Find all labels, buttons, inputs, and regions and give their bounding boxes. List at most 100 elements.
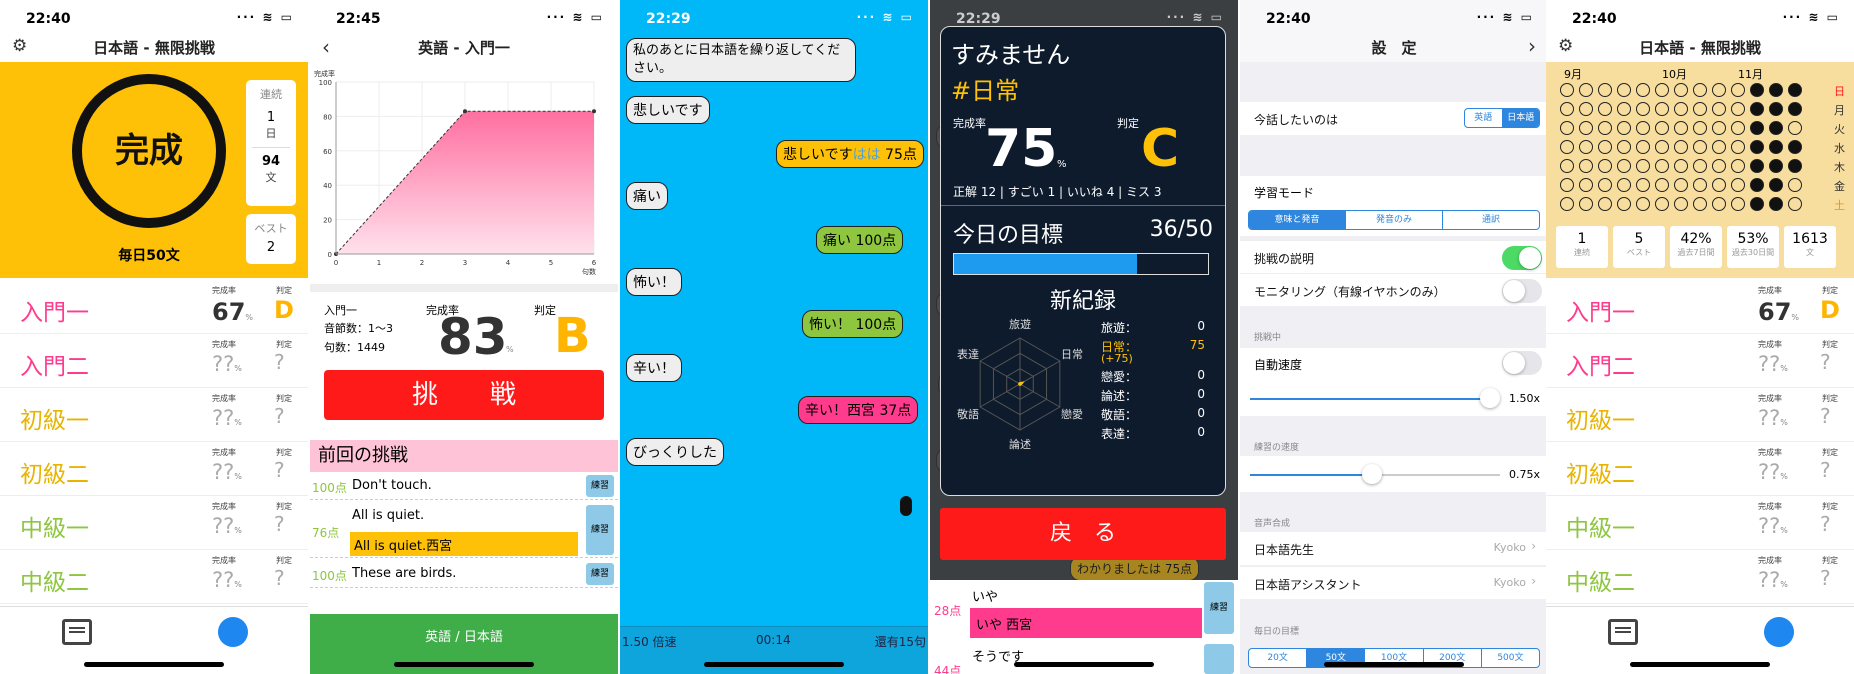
practice-button[interactable] (1204, 644, 1234, 674)
day-cell[interactable] (1636, 102, 1650, 116)
monitor-toggle[interactable] (1502, 279, 1542, 303)
explain-toggle[interactable] (1502, 246, 1542, 270)
day-cell[interactable] (1636, 197, 1650, 211)
day-cell[interactable] (1598, 83, 1612, 97)
record-button[interactable] (218, 617, 248, 647)
day-cell[interactable] (1655, 197, 1669, 211)
day-cell[interactable] (1788, 159, 1802, 173)
prompt-bubble[interactable]: 辛い！ (626, 354, 682, 382)
day-cell[interactable] (1560, 159, 1574, 173)
prompt-bubble[interactable]: 怖い！ (626, 268, 682, 296)
day-cell[interactable] (1750, 102, 1764, 116)
practice-button[interactable]: 練習 (586, 475, 614, 497)
day-cell[interactable] (1674, 140, 1688, 154)
day-cell[interactable] (1712, 102, 1726, 116)
day-cell[interactable] (1579, 83, 1593, 97)
day-cell[interactable] (1712, 121, 1726, 135)
day-cell[interactable] (1560, 121, 1574, 135)
day-cell[interactable] (1617, 140, 1631, 154)
day-cell[interactable] (1560, 178, 1574, 192)
challenge-button[interactable]: 挑 戦 (324, 370, 604, 420)
autospeed-toggle[interactable] (1502, 351, 1542, 375)
level-row[interactable]: 初級二 完成率 判定??%? (0, 442, 308, 496)
day-cell[interactable] (1560, 197, 1574, 211)
day-cell[interactable] (1674, 121, 1688, 135)
day-cell[interactable] (1636, 178, 1650, 192)
level-row[interactable]: 入門一 完成率 判定 67% D (1546, 280, 1854, 334)
level-row[interactable]: 中級一 完成率 判定??%? (1546, 496, 1854, 550)
day-cell[interactable] (1731, 197, 1745, 211)
day-cell[interactable] (1598, 197, 1612, 211)
day-cell[interactable] (1579, 197, 1593, 211)
day-cell[interactable] (1731, 178, 1745, 192)
day-cell[interactable] (1617, 178, 1631, 192)
mode-segment[interactable]: 意味と発音 発音のみ 通訳 (1248, 210, 1540, 230)
day-cell[interactable] (1731, 83, 1745, 97)
level-row[interactable]: 中級一 完成率 判定??%? (0, 496, 308, 550)
day-cell[interactable] (1560, 83, 1574, 97)
day-cell[interactable] (1750, 159, 1764, 173)
day-cell[interactable] (1655, 140, 1669, 154)
practice-button[interactable]: 練習 (1204, 582, 1234, 634)
day-cell[interactable] (1750, 121, 1764, 135)
day-cell[interactable] (1636, 140, 1650, 154)
day-cell[interactable] (1788, 140, 1802, 154)
day-cell[interactable] (1674, 197, 1688, 211)
day-cell[interactable] (1598, 121, 1612, 135)
record-button[interactable] (1764, 617, 1794, 647)
day-cell[interactable] (1579, 102, 1593, 116)
day-cell[interactable] (1712, 178, 1726, 192)
day-cell[interactable] (1769, 140, 1783, 154)
day-cell[interactable] (1655, 121, 1669, 135)
day-cell[interactable] (1636, 83, 1650, 97)
day-cell[interactable] (1579, 178, 1593, 192)
day-cell[interactable] (1674, 159, 1688, 173)
practice-button[interactable]: 練習 (586, 505, 614, 555)
day-cell[interactable] (1769, 159, 1783, 173)
day-cell[interactable] (1655, 178, 1669, 192)
day-cell[interactable] (1598, 159, 1612, 173)
day-cell[interactable] (1693, 121, 1707, 135)
level-row[interactable]: 初級二 完成率 判定??%? (1546, 442, 1854, 496)
level-row[interactable]: 入門二 完成率 判定??%? (1546, 334, 1854, 388)
level-row[interactable]: 中級二 完成率 判定??%? (1546, 550, 1854, 604)
day-cell[interactable] (1560, 140, 1574, 154)
day-cell[interactable] (1693, 140, 1707, 154)
day-cell[interactable] (1560, 102, 1574, 116)
day-cell[interactable] (1788, 197, 1802, 211)
day-cell[interactable] (1750, 140, 1764, 154)
answer-bubble[interactable]: 辛い！西宮 37点 (798, 396, 919, 424)
back-button[interactable]: 戻 る (940, 508, 1226, 560)
answer-bubble[interactable]: 痛い 100点 (816, 226, 904, 254)
speed-slider[interactable] (1250, 388, 1500, 408)
practice-speed-slider[interactable] (1250, 464, 1500, 484)
level-row[interactable]: 入門一 完成率 判定 67% D (0, 280, 308, 334)
day-cell[interactable] (1693, 83, 1707, 97)
day-cell[interactable] (1598, 102, 1612, 116)
day-cell[interactable] (1617, 121, 1631, 135)
day-cell[interactable] (1712, 140, 1726, 154)
prompt-bubble[interactable]: 痛い (626, 182, 668, 210)
day-cell[interactable] (1598, 178, 1612, 192)
day-cell[interactable] (1579, 159, 1593, 173)
language-segment[interactable]: 英語 日本語 (1464, 108, 1540, 128)
day-cell[interactable] (1693, 178, 1707, 192)
day-cell[interactable] (1617, 102, 1631, 116)
tts-assistant-row[interactable]: 日本語アシスタント Kyoko › (1240, 566, 1548, 599)
day-cell[interactable] (1769, 178, 1783, 192)
day-cell[interactable] (1617, 159, 1631, 173)
day-cell[interactable] (1769, 197, 1783, 211)
microphone-icon[interactable] (900, 496, 912, 516)
day-cell[interactable] (1617, 83, 1631, 97)
day-cell[interactable] (1731, 121, 1745, 135)
day-cell[interactable] (1750, 83, 1764, 97)
day-cell[interactable] (1693, 102, 1707, 116)
level-row[interactable]: 入門二 完成率 判定??%? (0, 334, 308, 388)
day-cell[interactable] (1693, 197, 1707, 211)
day-cell[interactable] (1712, 83, 1726, 97)
day-cell[interactable] (1655, 83, 1669, 97)
day-cell[interactable] (1674, 178, 1688, 192)
day-cell[interactable] (1636, 159, 1650, 173)
day-cell[interactable] (1769, 102, 1783, 116)
tts-teacher-row[interactable]: 日本語先生 Kyoko › (1240, 532, 1548, 565)
